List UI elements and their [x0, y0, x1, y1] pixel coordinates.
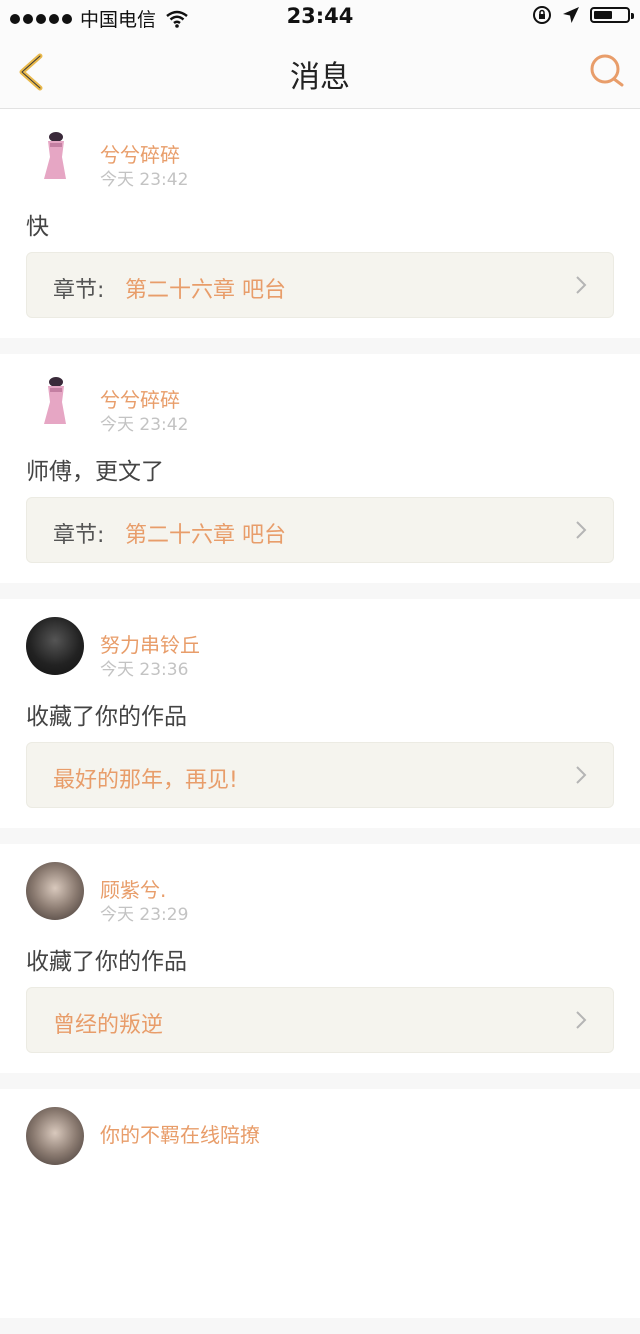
username[interactable]: 兮兮碎碎	[100, 384, 180, 413]
chapter-label: 章节:	[53, 523, 105, 548]
rotation-lock-icon	[533, 6, 551, 24]
work-link[interactable]: 曾经的叛逆	[26, 987, 614, 1053]
avatar[interactable]	[26, 372, 84, 430]
message-text: 快	[26, 214, 49, 240]
dress-avatar-icon	[44, 132, 66, 179]
username[interactable]: 兮兮碎碎	[100, 139, 180, 168]
chapter-label: 章节:	[53, 278, 105, 303]
message-card[interactable]: 顾紫兮. 今天 23:29 收藏了你的作品 曾经的叛逆	[0, 844, 640, 1073]
avatar[interactable]	[26, 127, 84, 185]
timestamp: 今天 23:42	[100, 170, 189, 190]
dress-avatar-icon	[44, 377, 66, 424]
avatar[interactable]	[26, 617, 84, 675]
chevron-right-icon	[576, 1011, 587, 1029]
avatar[interactable]	[26, 1107, 84, 1165]
message-card[interactable]: 兮兮碎碎 今天 23:42 快 章节: 第二十六章 吧台	[0, 109, 640, 338]
message-text: 收藏了你的作品	[26, 949, 187, 975]
nav-bar: 消息	[0, 34, 640, 109]
message-card[interactable]: 兮兮碎碎 今天 23:42 师傅，更文了 章节: 第二十六章 吧台	[0, 354, 640, 583]
location-arrow-icon	[563, 7, 579, 23]
chevron-right-icon	[576, 766, 587, 784]
work-title: 曾经的叛逆	[53, 1013, 164, 1038]
work-title: 最好的那年，再见!	[53, 768, 238, 793]
status-right	[532, 5, 634, 25]
username[interactable]: 顾紫兮.	[100, 874, 166, 903]
timestamp: 今天 23:42	[100, 415, 189, 435]
page-title: 消息	[290, 60, 350, 95]
status-bar: 中国电信 23:44	[0, 0, 640, 34]
chapter-title: 第二十六章 吧台	[125, 278, 286, 303]
message-card[interactable]: 努力串铃丘 今天 23:36 收藏了你的作品 最好的那年，再见!	[0, 599, 640, 828]
work-link[interactable]: 最好的那年，再见!	[26, 742, 614, 808]
username[interactable]: 你的不羁在线陪撩	[100, 1119, 260, 1148]
chevron-right-icon	[576, 521, 587, 539]
timestamp: 今天 23:36	[100, 660, 189, 680]
chevron-right-icon	[576, 276, 587, 294]
message-card[interactable]: 你的不羁在线陪撩	[0, 1089, 640, 1318]
battery-icon	[590, 7, 634, 23]
timestamp: 今天 23:29	[100, 905, 189, 925]
message-text: 师傅，更文了	[26, 459, 164, 485]
message-text: 收藏了你的作品	[26, 704, 187, 730]
message-list: 兮兮碎碎 今天 23:42 快 章节: 第二十六章 吧台 兮兮碎碎 今天 23:…	[0, 109, 640, 1334]
chapter-title: 第二十六章 吧台	[125, 523, 286, 548]
avatar[interactable]	[26, 862, 84, 920]
username[interactable]: 努力串铃丘	[100, 629, 200, 658]
chapter-link[interactable]: 章节: 第二十六章 吧台	[26, 497, 614, 563]
chapter-link[interactable]: 章节: 第二十六章 吧台	[26, 252, 614, 318]
search-icon[interactable]	[588, 52, 626, 90]
